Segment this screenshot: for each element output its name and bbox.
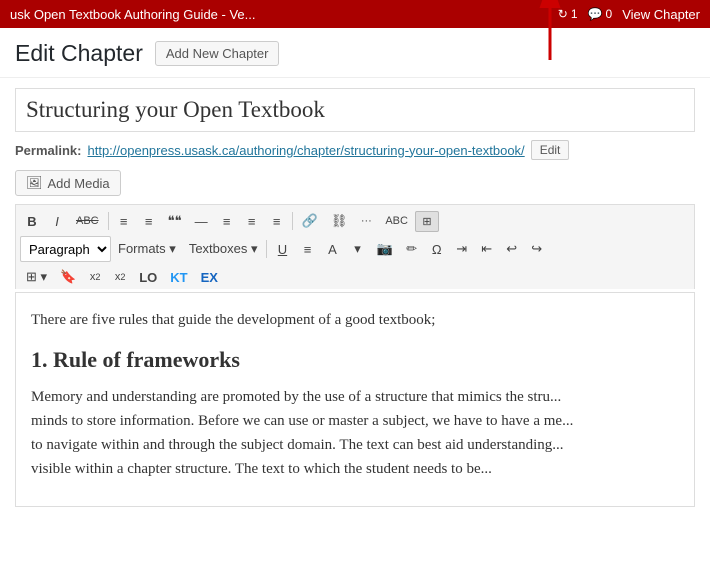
toolbar-separator-3 [266, 240, 267, 258]
text-color-dropdown[interactable]: ▾ [345, 237, 369, 261]
kt-button[interactable]: KT [164, 266, 193, 289]
bold-button[interactable]: B [20, 210, 44, 233]
ex-button[interactable]: EX [195, 266, 224, 289]
page-header: Edit Chapter Add New Chapter [0, 28, 710, 78]
toolbar-separator-1 [108, 212, 109, 230]
comment-icon: 💬 [588, 7, 603, 21]
formats-button[interactable]: Formats ▾ [112, 237, 182, 261]
permalink-edit-button[interactable]: Edit [531, 140, 570, 160]
highlight-button[interactable]: ✏ [400, 237, 424, 261]
add-media-label: Add Media [48, 176, 110, 191]
toolbar-row-2: Paragraph Formats ▾ Textboxes ▾ U ≡ A ▾ … [20, 236, 690, 262]
align-left-button[interactable]: ≡ [215, 210, 239, 233]
toolbar-row-3: ⊞ ▾ 🔖 x2 x2 LO KT EX [20, 265, 690, 289]
underline-button[interactable]: U [270, 238, 294, 261]
toolbar-row-1: B I ABC ≡ ≡ ❝❝ — ≡ ≡ ≡ 🔗 ⛓ ··· ABC ⊞ [20, 209, 690, 233]
superscript-button[interactable]: x2 [83, 267, 107, 287]
paragraph-select[interactable]: Paragraph [20, 236, 111, 262]
unlink-button[interactable]: ⛓ [325, 209, 354, 233]
blockquote-button[interactable]: ❝❝ [162, 209, 188, 233]
fullscreen-button[interactable]: ⊞ [415, 211, 439, 232]
italic-button[interactable]: I [45, 210, 69, 233]
table-button[interactable]: ⊞ ▾ [20, 265, 53, 289]
sync-count: 1 [571, 7, 578, 21]
admin-bar: usk Open Textbook Authoring Guide - Ve..… [0, 0, 710, 28]
link-button[interactable]: 🔗 [296, 209, 324, 233]
editor-content[interactable]: There are five rules that guide the deve… [15, 292, 695, 507]
page-title: Edit Chapter [15, 40, 143, 67]
indent-decrease-button[interactable]: ⇤ [475, 237, 499, 261]
redo-button[interactable]: ↪ [525, 237, 549, 261]
editor-heading-1: 1. Rule of frameworks [31, 342, 679, 377]
unordered-list-button[interactable]: ≡ [112, 210, 136, 233]
add-media-row: 🖼 Add Media [15, 170, 695, 196]
editor-toolbar: B I ABC ≡ ≡ ❝❝ — ≡ ≡ ≡ 🔗 ⛓ ··· ABC ⊞ [15, 204, 695, 289]
ordered-list-button[interactable]: ≡ [137, 210, 161, 233]
add-media-icon: 🖼 [26, 175, 43, 191]
undo-button[interactable]: ↩ [500, 237, 524, 261]
insert-more-button[interactable]: ··· [354, 211, 378, 231]
justify-button[interactable]: ≡ [295, 238, 319, 261]
comment-icon-group: 💬 0 [588, 7, 613, 21]
sync-icon: ↻ [558, 7, 568, 21]
indent-increase-button[interactable]: ⇥ [450, 237, 474, 261]
lo-button[interactable]: LO [133, 266, 163, 289]
toolbar-separator-2 [292, 212, 293, 230]
media-insert-button[interactable]: 📷 [370, 237, 398, 261]
textboxes-button[interactable]: Textboxes ▾ [183, 237, 264, 261]
permalink-label: Permalink: [15, 143, 81, 158]
bookmark-button[interactable]: 🔖 [54, 265, 82, 289]
add-media-button[interactable]: 🖼 Add Media [15, 170, 121, 196]
spellcheck-button[interactable]: ABC [379, 211, 414, 231]
omega-button[interactable]: Ω [425, 238, 449, 261]
content-area: Permalink: http://openpress.usask.ca/aut… [0, 78, 710, 517]
editor-intro: There are five rules that guide the deve… [31, 308, 679, 332]
editor-body: Memory and understanding are promoted by… [31, 385, 679, 481]
strikethrough-button[interactable]: ABC [70, 211, 105, 231]
subscript-button[interactable]: x2 [108, 267, 132, 287]
admin-bar-icons: ↻ 1 💬 0 [558, 7, 612, 21]
admin-bar-title: usk Open Textbook Authoring Guide - Ve..… [10, 7, 548, 22]
comment-count: 0 [606, 7, 613, 21]
permalink-link[interactable]: http://openpress.usask.ca/authoring/chap… [87, 143, 524, 158]
align-center-button[interactable]: ≡ [240, 210, 264, 233]
text-color-button[interactable]: A [320, 238, 344, 261]
chapter-title-input[interactable] [15, 88, 695, 132]
align-right-button[interactable]: ≡ [265, 210, 289, 233]
permalink-row: Permalink: http://openpress.usask.ca/aut… [15, 140, 695, 160]
sync-icon-group: ↻ 1 [558, 7, 578, 21]
add-new-chapter-button[interactable]: Add New Chapter [155, 41, 280, 66]
hr-button[interactable]: — [189, 210, 214, 233]
view-chapter-link[interactable]: View Chapter [622, 7, 700, 22]
